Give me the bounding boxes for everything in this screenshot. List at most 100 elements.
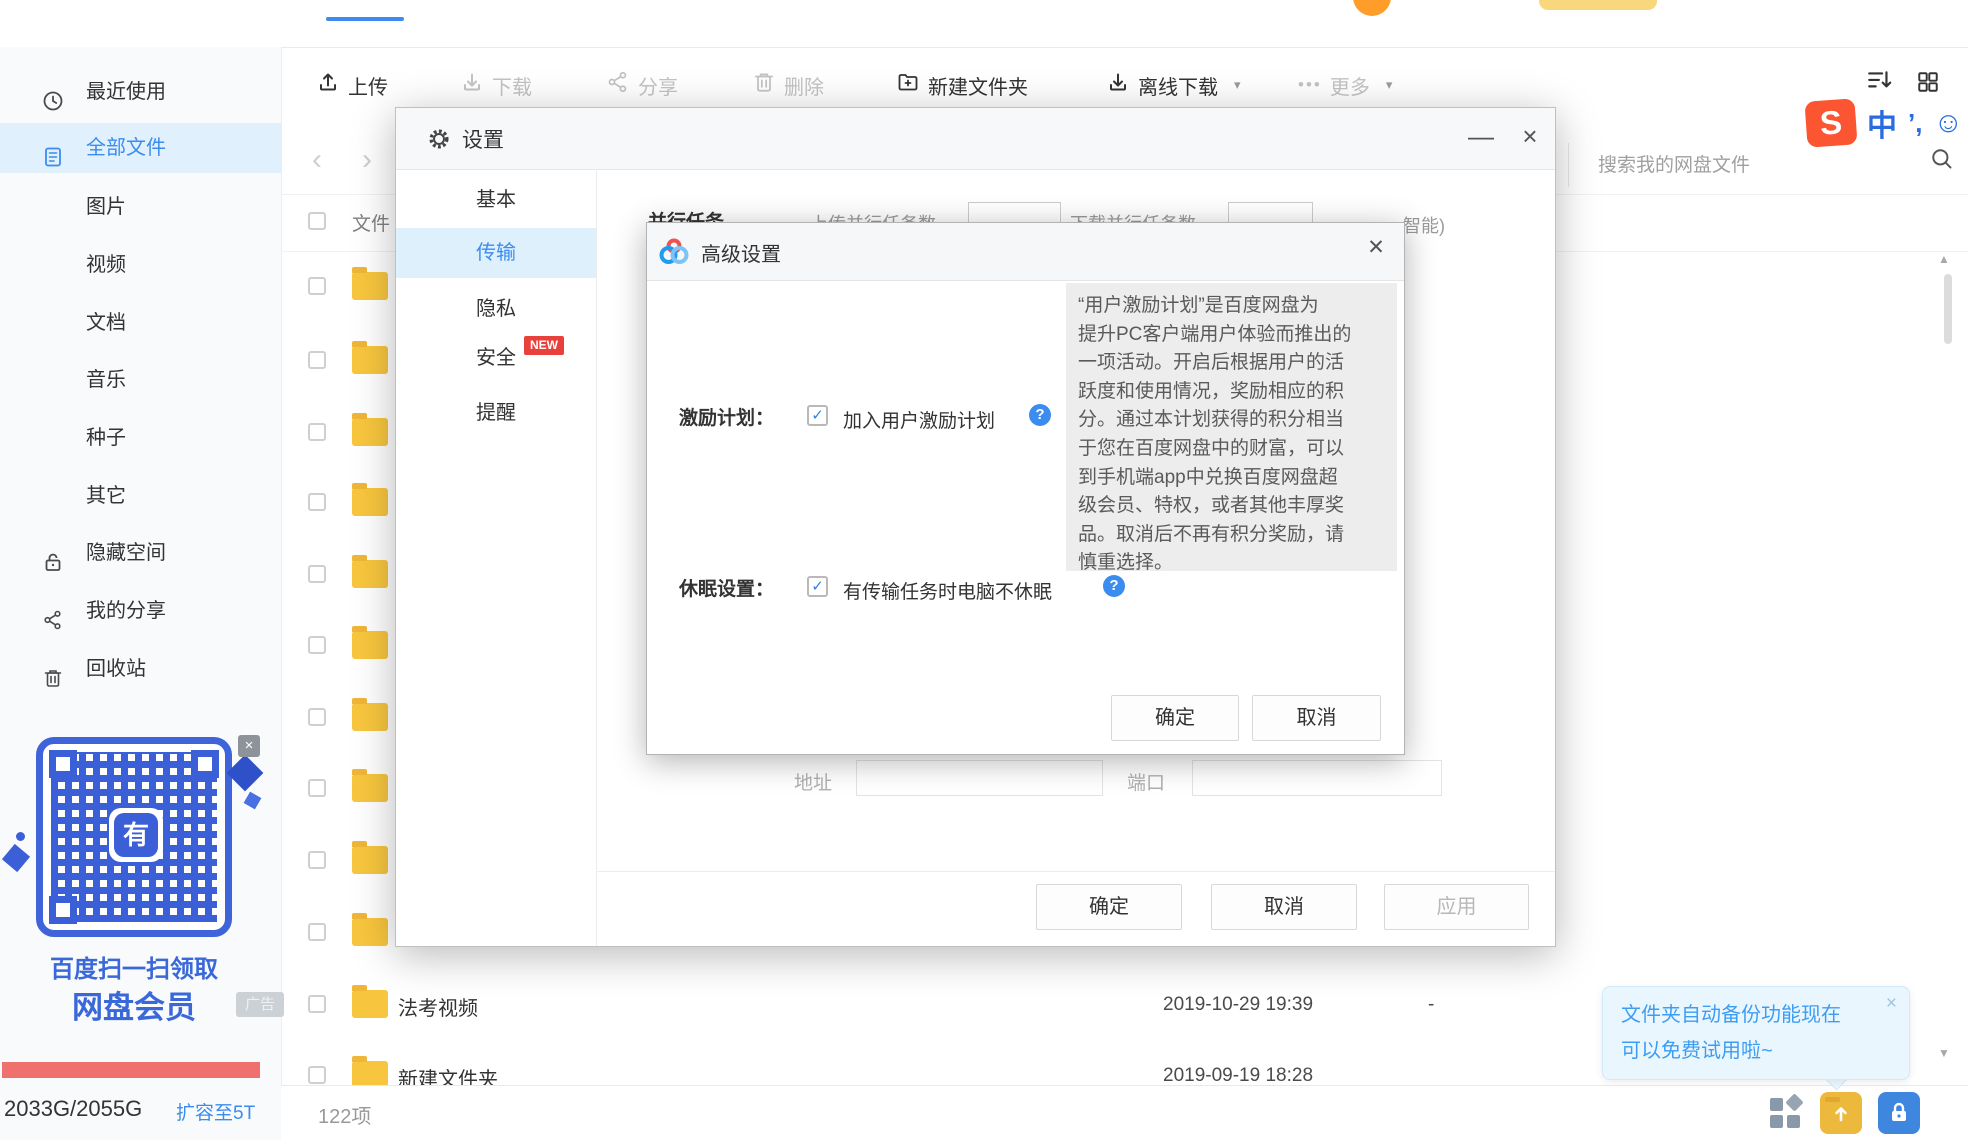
search-icon[interactable] xyxy=(1930,147,1954,176)
sidebar-item-torrents[interactable]: 种子 xyxy=(0,413,281,463)
settings-cancel-button[interactable]: 取消 xyxy=(1211,884,1357,930)
incentive-label: 激励计划： xyxy=(679,408,775,429)
row-checkbox[interactable] xyxy=(308,851,326,869)
row-checkbox[interactable] xyxy=(308,923,326,941)
sidebar-item-my-shares[interactable]: 我的分享 xyxy=(0,586,281,636)
proxy-port-input[interactable] xyxy=(1192,760,1442,796)
search-input[interactable]: 搜索我的网盘文件 xyxy=(1598,150,1750,177)
back-button[interactable]: ‹ xyxy=(312,143,322,177)
scroll-down-icon[interactable]: ▼ xyxy=(1938,1046,1950,1060)
sidebar-item-all-files[interactable]: 全部文件 xyxy=(0,123,281,173)
folder-icon[interactable] xyxy=(352,413,388,446)
lock-icon xyxy=(42,542,64,592)
close-icon[interactable]: × xyxy=(1508,116,1552,156)
folder-icon[interactable] xyxy=(352,341,388,374)
proxy-address-input[interactable] xyxy=(856,760,1103,796)
close-icon[interactable]: ✕ xyxy=(1356,228,1396,268)
folder-icon[interactable] xyxy=(352,483,388,516)
help-icon[interactable]: ? xyxy=(1103,575,1125,597)
incentive-checkbox-label[interactable]: 加入用户激励计划 xyxy=(843,406,995,433)
folder-icon[interactable] xyxy=(352,267,388,300)
sleep-checkbox[interactable]: ✓ xyxy=(807,576,828,597)
ime-toolbar: S 中 ’, ☺ xyxy=(1804,98,1963,148)
backup-folder-icon[interactable] xyxy=(1820,1092,1862,1134)
tab-transfer[interactable]: 传输 xyxy=(396,228,596,278)
row-checkbox[interactable] xyxy=(308,708,326,726)
sidebar-item-videos[interactable]: 视频 xyxy=(0,240,281,290)
folder-icon[interactable] xyxy=(352,698,388,731)
row-checkbox[interactable] xyxy=(308,1066,326,1084)
sidebar-item-recycle-bin[interactable]: 回收站 xyxy=(0,644,281,694)
settings-ok-button[interactable]: 确定 xyxy=(1036,884,1182,930)
sidebar-item-others[interactable]: 其它 xyxy=(0,471,281,521)
file-name[interactable]: 法考视频 xyxy=(398,992,478,1021)
row-checkbox[interactable] xyxy=(308,423,326,441)
folder-icon[interactable] xyxy=(352,555,388,588)
close-icon[interactable]: × xyxy=(1886,993,1897,1015)
sidebar-item-documents[interactable]: 文档 xyxy=(0,298,281,348)
sidebar-item-label: 回收站 xyxy=(86,658,146,680)
forward-button[interactable]: › xyxy=(362,143,372,177)
folder-icon[interactable] xyxy=(352,626,388,659)
sidebar-item-music[interactable]: 音乐 xyxy=(0,355,281,405)
settings-apply-button[interactable]: 应用 xyxy=(1384,884,1529,930)
tab-reminder[interactable]: 提醒 xyxy=(396,388,596,438)
tab-security[interactable]: 安全 xyxy=(396,333,596,383)
share-button[interactable]: 分享 xyxy=(606,70,678,100)
ime-language-toggle[interactable]: 中 xyxy=(1867,101,1897,145)
chevron-down-icon[interactable]: ▾ xyxy=(1234,77,1241,93)
advanced-dialog-title: 高级设置 xyxy=(701,244,781,266)
scroll-up-icon[interactable]: ▲ xyxy=(1938,252,1950,266)
delete-button[interactable]: 删除 xyxy=(752,70,824,100)
avatar[interactable] xyxy=(1353,0,1391,16)
storage-upgrade-link[interactable]: 扩容至5T xyxy=(176,1098,255,1125)
row-checkbox[interactable] xyxy=(308,636,326,654)
close-icon[interactable]: × xyxy=(238,735,260,757)
sidebar-item-hidden-space[interactable]: 隐藏空间 xyxy=(0,528,281,578)
trash-icon xyxy=(752,70,776,100)
grid-view-icon[interactable] xyxy=(1916,70,1940,99)
ime-emoji-icon[interactable]: ☺ xyxy=(1933,107,1963,140)
row-checkbox[interactable] xyxy=(308,277,326,295)
download-button[interactable]: 下载 xyxy=(460,70,532,100)
sort-icon[interactable] xyxy=(1866,68,1894,99)
sidebar-item-label: 视频 xyxy=(86,254,126,276)
select-all-checkbox[interactable] xyxy=(308,212,326,230)
apps-grid-icon[interactable] xyxy=(1770,1093,1804,1130)
notification-text: 文件夹自动备份功能现在 可以免费试用啦~ xyxy=(1621,1004,1841,1062)
help-icon[interactable]: ? xyxy=(1029,404,1051,426)
advanced-ok-button[interactable]: 确定 xyxy=(1111,695,1239,741)
folder-icon[interactable] xyxy=(352,841,388,874)
new-folder-button[interactable]: 新建文件夹 xyxy=(896,70,1028,100)
row-checkbox[interactable] xyxy=(308,779,326,797)
chevron-down-icon[interactable]: ▾ xyxy=(1386,77,1393,93)
sleep-checkbox-label[interactable]: 有传输任务时电脑不休眠 xyxy=(843,577,1052,604)
offline-download-button[interactable]: 离线下载 ▾ xyxy=(1106,70,1241,100)
sidebar-item-label: 图片 xyxy=(86,196,126,218)
ime-punctuation-toggle[interactable]: ’, xyxy=(1908,108,1922,139)
storage-usage-bar xyxy=(2,1062,260,1078)
sidebar-item-recent[interactable]: 最近使用 xyxy=(0,67,281,117)
row-checkbox[interactable] xyxy=(308,565,326,583)
sogou-logo-icon[interactable]: S xyxy=(1804,98,1858,148)
folder-icon[interactable] xyxy=(352,913,388,946)
more-button[interactable]: ••• 更多 ▾ xyxy=(1298,70,1392,100)
sidebar-item-pictures[interactable]: 图片 xyxy=(0,182,281,232)
scrollbar-thumb[interactable] xyxy=(1944,274,1952,344)
qr-marker xyxy=(191,750,219,778)
incentive-checkbox[interactable]: ✓ xyxy=(807,405,828,426)
folder-icon[interactable] xyxy=(352,769,388,802)
lock-safe-icon[interactable] xyxy=(1878,1092,1920,1134)
row-checkbox[interactable] xyxy=(308,493,326,511)
proxy-address-label: 地址 xyxy=(794,773,833,794)
vip-button[interactable] xyxy=(1539,0,1657,10)
minimize-icon[interactable]: — xyxy=(1459,116,1503,156)
upload-button[interactable]: 上传 xyxy=(316,70,388,100)
tab-privacy[interactable]: 隐私 xyxy=(396,284,596,334)
qr-code-ad[interactable]: 有 xyxy=(36,737,232,937)
tab-basic[interactable]: 基本 xyxy=(396,175,596,225)
row-checkbox[interactable] xyxy=(308,351,326,369)
row-checkbox[interactable] xyxy=(308,995,326,1013)
advanced-cancel-button[interactable]: 取消 xyxy=(1252,695,1381,741)
advanced-settings-dialog: 高级设置 ✕ 激励计划： ✓ 加入用户激励计划 ? “用户激励计划”是百度网盘为… xyxy=(646,222,1405,755)
